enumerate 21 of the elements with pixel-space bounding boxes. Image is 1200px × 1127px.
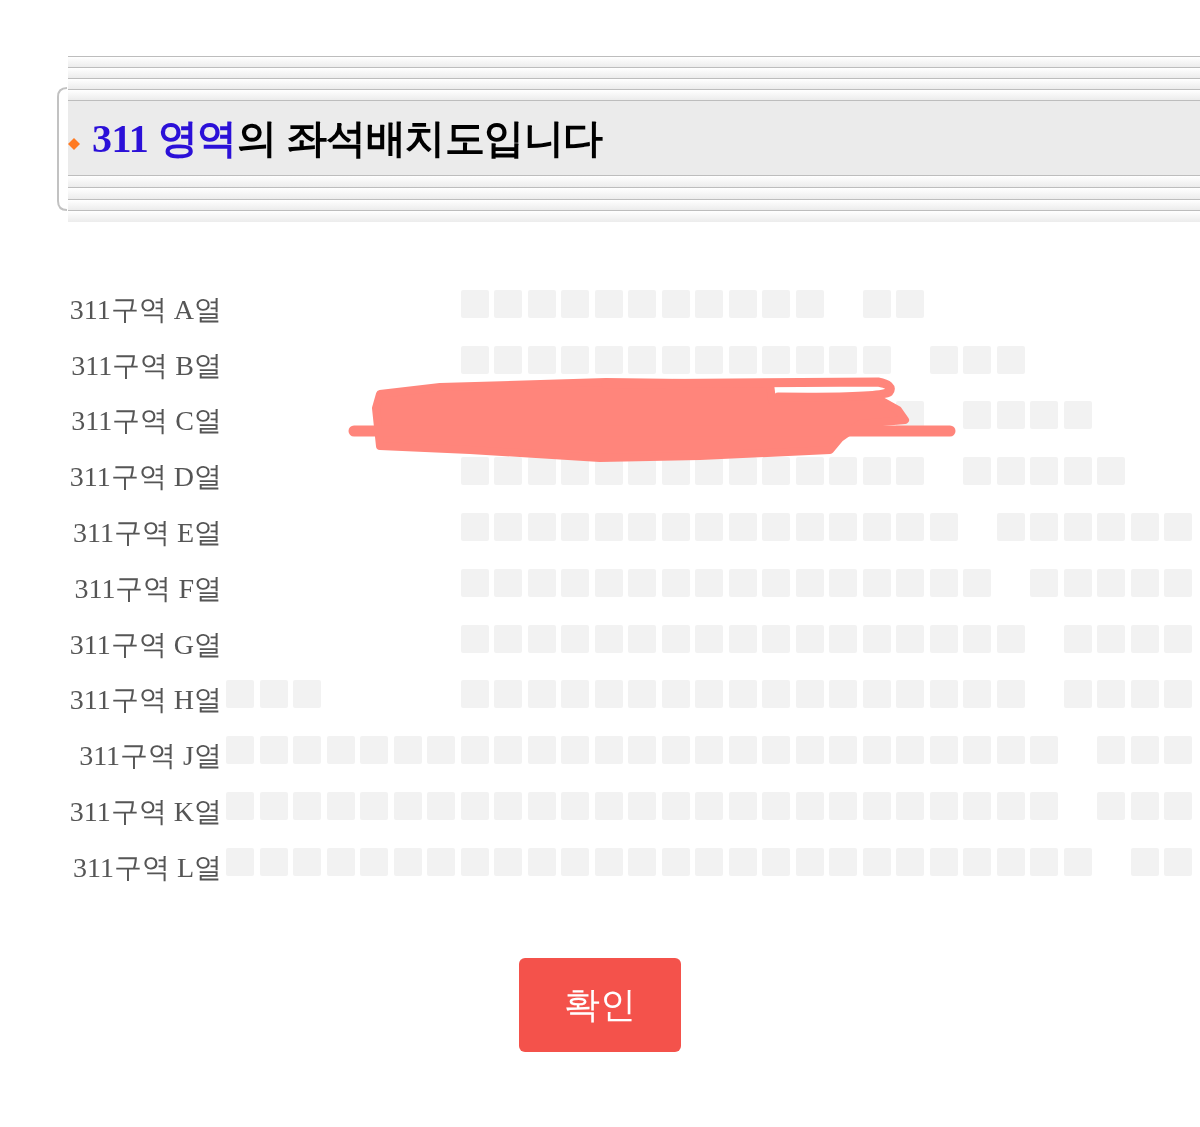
bracket-icon: [56, 87, 68, 211]
seat: [728, 457, 757, 486]
row-label: 311구역 L열: [72, 851, 222, 884]
confirm-button[interactable]: 확인: [519, 957, 681, 1052]
row-label: 311구역 C열: [71, 405, 222, 438]
row-label: 311구역 K열: [69, 796, 222, 829]
seat: [494, 457, 522, 486]
row-label: 311구역 F열: [74, 572, 222, 605]
row-label: 311구역 B열: [71, 349, 222, 382]
row-label: 311구역 J열: [79, 740, 222, 773]
page-title: 311 영역의 좌석배치도입니다: [92, 114, 603, 163]
row-label: 311구역 D열: [69, 461, 222, 494]
seat: [795, 457, 824, 486]
row-label: 311구역 A열: [69, 293, 222, 326]
row-label: 311구역 G열: [69, 628, 222, 661]
row-label: 311구역 E열: [72, 517, 222, 550]
diamond-icon: [68, 138, 80, 150]
row-label: 311구역 H열: [69, 684, 222, 717]
seat: [527, 457, 556, 486]
seat: [762, 457, 790, 486]
seat: [460, 457, 489, 486]
